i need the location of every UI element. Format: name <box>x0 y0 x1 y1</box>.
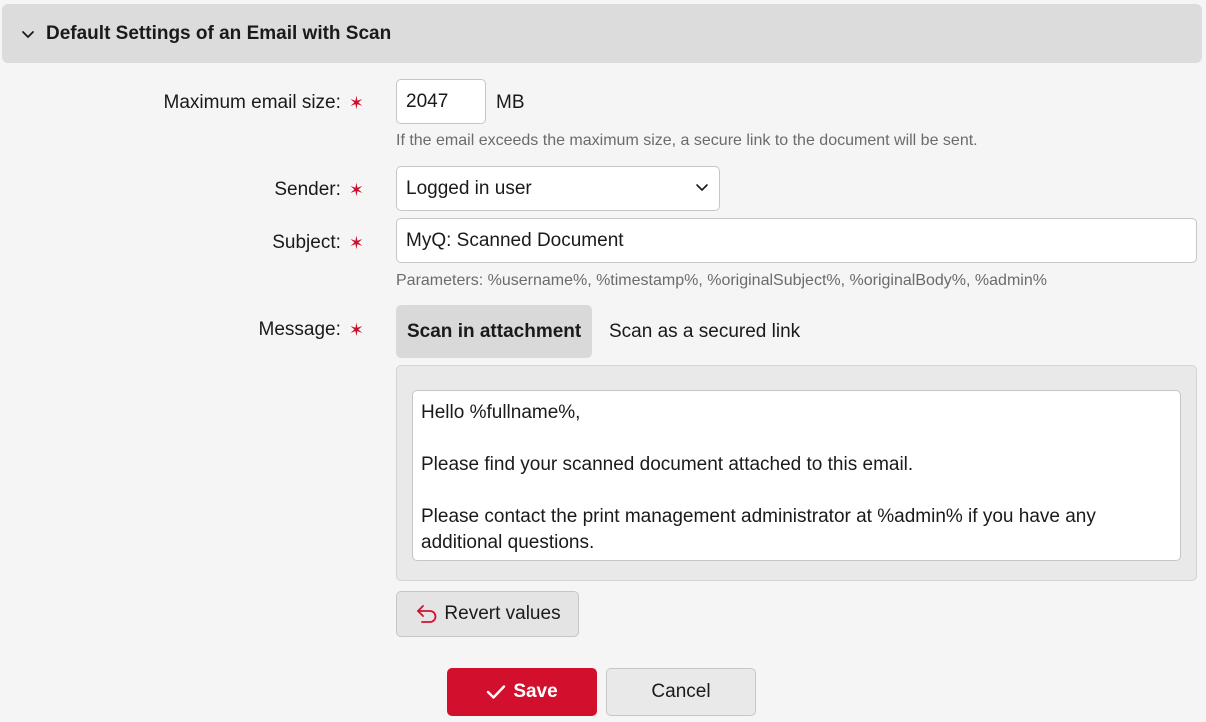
message-textarea[interactable]: Hello %fullname%, Please find your scann… <box>412 390 1181 561</box>
required-icon: ✶ <box>348 232 364 253</box>
tab-scan-as-secured-link[interactable]: Scan as a secured link <box>598 305 811 358</box>
undo-icon <box>414 602 440 626</box>
size-unit: MB <box>496 92 525 113</box>
message-label: Message: ✶ <box>258 319 364 340</box>
message-line: Please find your scanned document attach… <box>421 454 914 475</box>
section-header[interactable]: Default Settings of an Email with Scan <box>2 4 1202 63</box>
message-line: Please contact the print management admi… <box>421 506 1096 553</box>
subject-label: Subject: ✶ <box>272 232 364 253</box>
required-icon: ✶ <box>348 179 364 200</box>
subject-hint: Parameters: %username%, %timestamp%, %or… <box>396 272 1047 289</box>
max-size-input[interactable]: 2047 <box>396 79 486 124</box>
revert-values-button[interactable]: Revert values <box>396 591 579 637</box>
max-size-label: Maximum email size: ✶ <box>163 92 364 113</box>
sender-label: Sender: ✶ <box>274 179 364 200</box>
required-icon: ✶ <box>348 92 364 113</box>
save-button[interactable]: Save <box>447 668 597 716</box>
message-line: Hello %fullname%, <box>421 402 581 423</box>
max-size-hint: If the email exceeds the maximum size, a… <box>396 132 978 149</box>
tab-scan-in-attachment[interactable]: Scan in attachment <box>396 305 593 358</box>
required-icon: ✶ <box>348 319 364 340</box>
section-title: Default Settings of an Email with Scan <box>46 22 392 44</box>
chevron-down-icon[interactable] <box>20 26 36 42</box>
subject-input[interactable]: MyQ: Scanned Document <box>396 218 1197 263</box>
cancel-button[interactable]: Cancel <box>606 668 756 716</box>
check-icon <box>486 684 506 700</box>
sender-select[interactable]: Logged in user <box>396 166 720 211</box>
chevron-down-icon <box>695 178 709 200</box>
